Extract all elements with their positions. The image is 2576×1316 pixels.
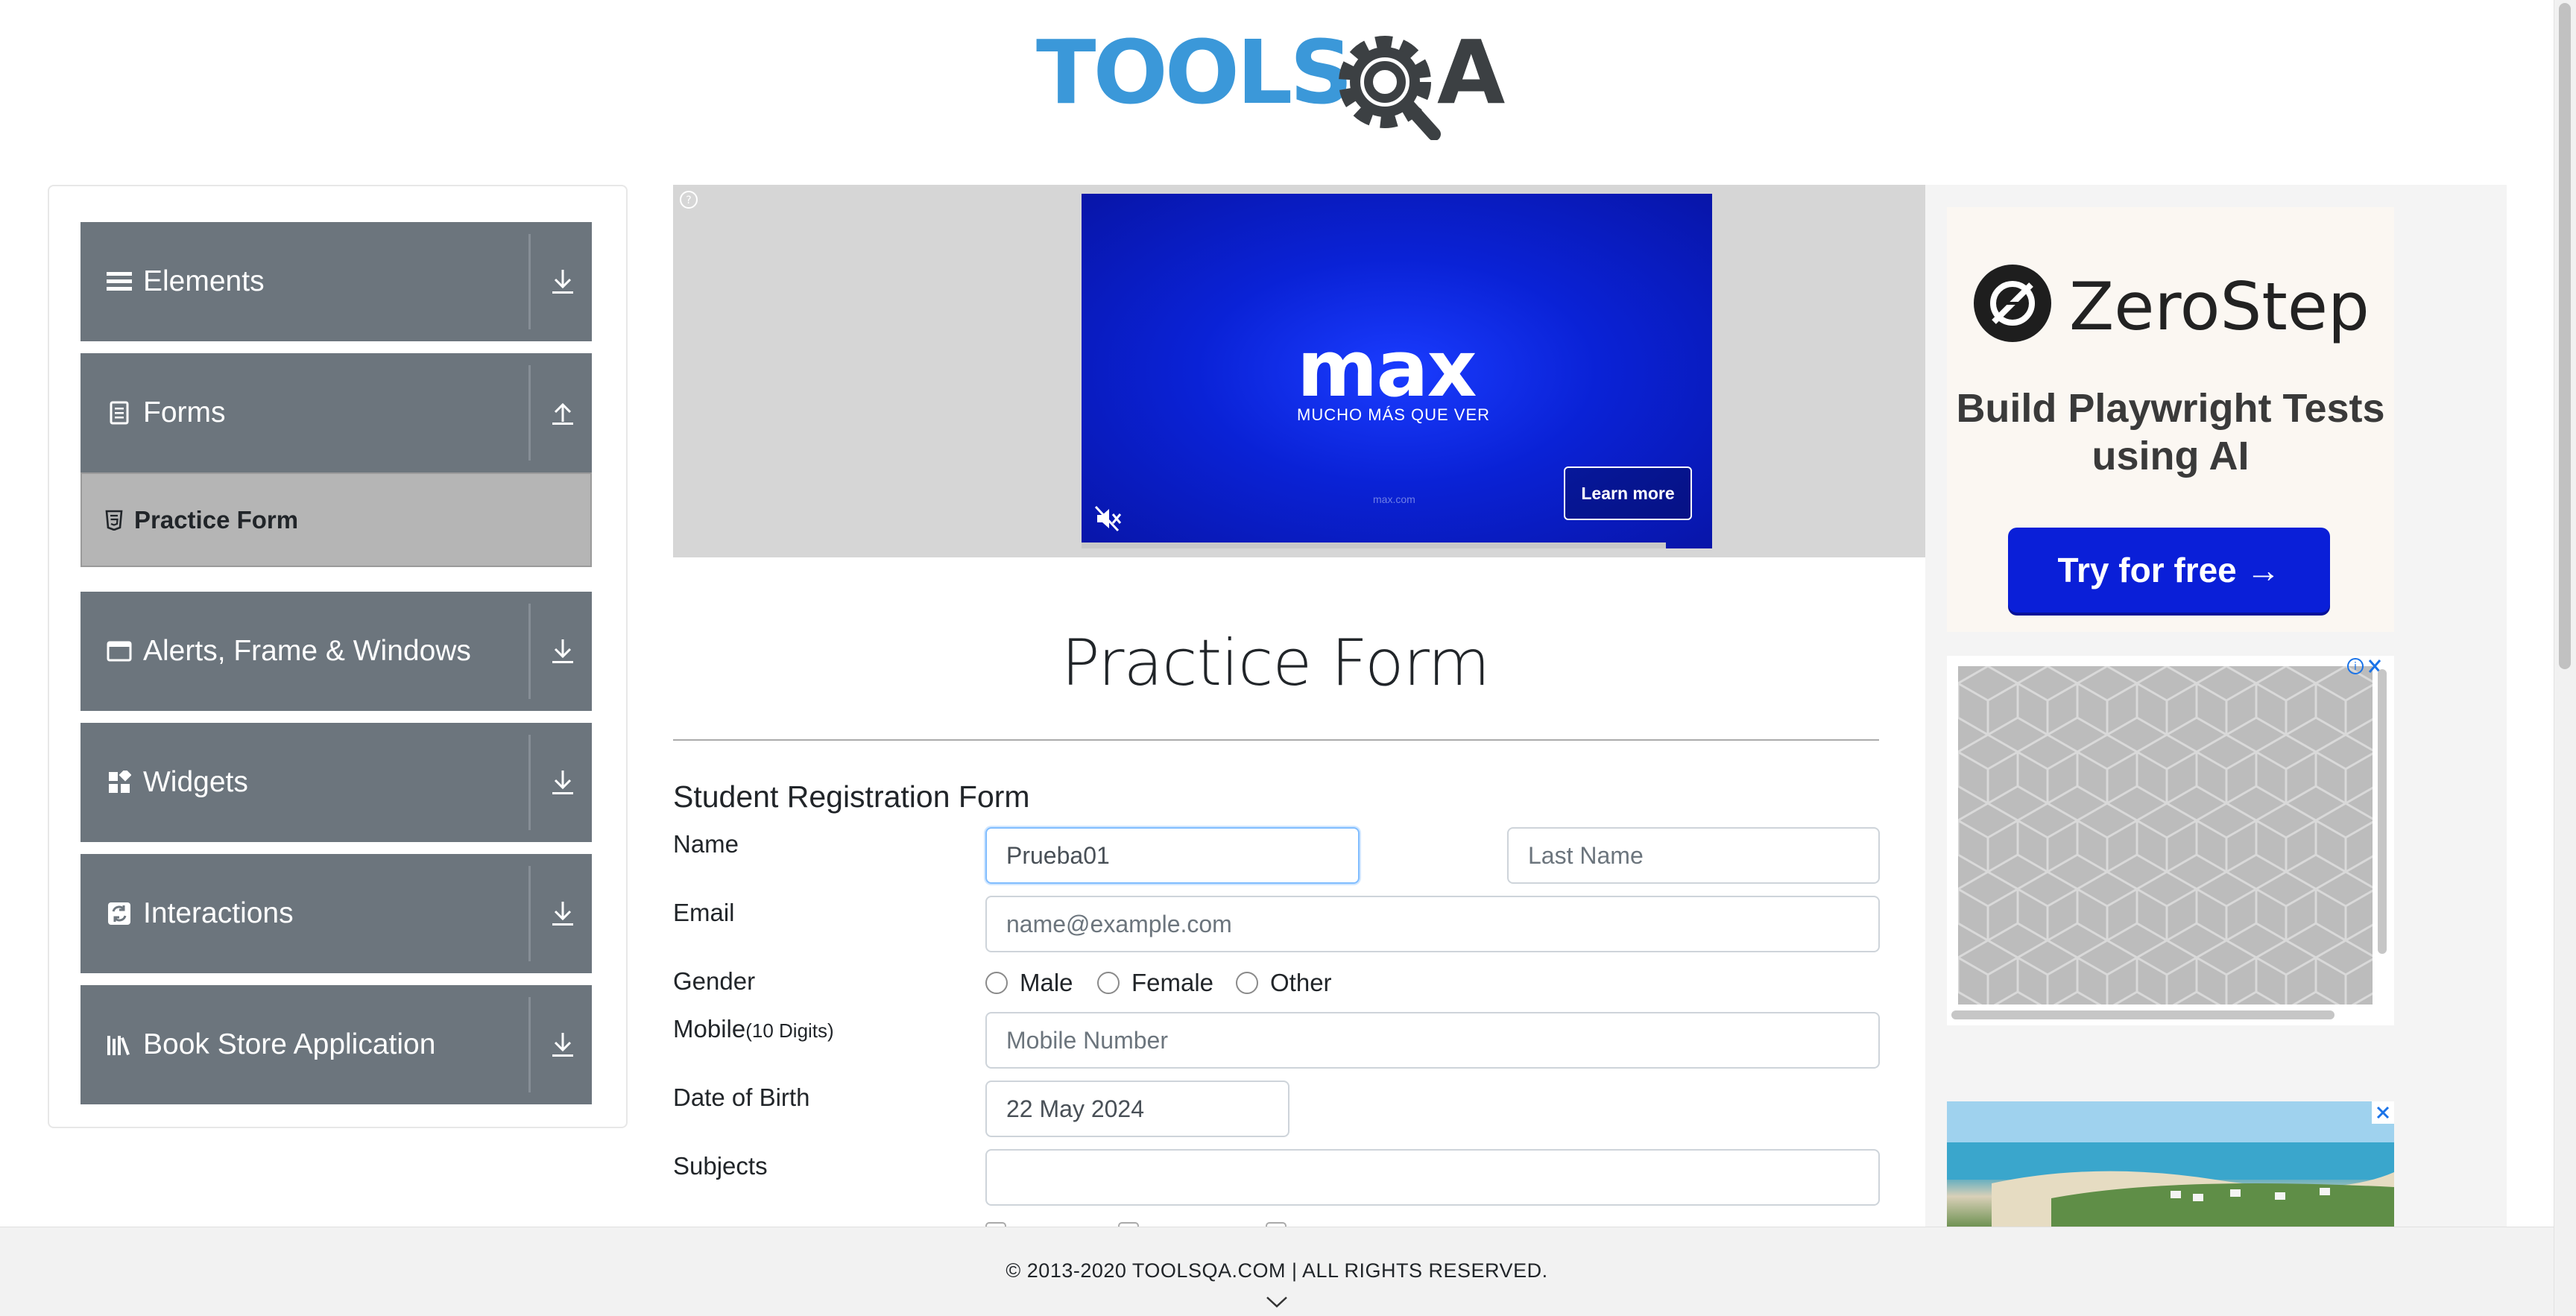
- sidebar-group-label: Interactions: [143, 897, 294, 929]
- sidebar-group-forms[interactable]: Forms: [80, 353, 592, 472]
- sidebar-group-elements[interactable]: Elements: [80, 222, 592, 341]
- chevron-down-icon[interactable]: [1264, 1294, 1289, 1310]
- ad-scrollbar-vertical[interactable]: [2378, 669, 2387, 954]
- divider: [528, 604, 531, 699]
- toolsqa-logo[interactable]: TOOLS A: [1036, 21, 1521, 141]
- ad-tagline: MUCHO MÁS QUE VER: [1297, 405, 1491, 424]
- footer-copyright: © 2013-2020 TOOLSQA.COM | ALL RIGHTS RES…: [1006, 1259, 1548, 1282]
- radio-label: Female: [1131, 969, 1214, 996]
- ad-info-icon[interactable]: ?: [678, 189, 699, 210]
- document-icon: [104, 398, 134, 428]
- gender-radio-female[interactable]: Female: [1097, 969, 1213, 997]
- muted-speaker-icon[interactable]: [1093, 504, 1123, 534]
- sidebar-group-label: Elements: [143, 265, 265, 297]
- hamburger-icon: [104, 267, 134, 297]
- page-scrollbar-thumb[interactable]: [2559, 3, 2571, 669]
- page-title: Practice Form: [1061, 626, 1490, 700]
- sidebar-group-alerts[interactable]: Alerts, Frame & Windows: [80, 592, 592, 711]
- radio-label: Other: [1270, 969, 1332, 996]
- svg-text:i: i: [2354, 661, 2357, 673]
- sidebar-group-label: Book Store Application: [143, 1028, 436, 1060]
- sidebar-group-label: Widgets: [143, 766, 248, 798]
- mobile-number-input[interactable]: [985, 1012, 1880, 1069]
- sidebar-group-interactions[interactable]: Interactions: [80, 854, 592, 973]
- ad-scrollbar-horizontal[interactable]: [1951, 1010, 2334, 1019]
- sidebar-item-label: Practice Form: [134, 505, 299, 534]
- max-brand-logo: max: [1297, 323, 1477, 414]
- window-icon: [104, 636, 134, 666]
- sidebar-item-practice-form[interactable]: Practice Form: [80, 472, 592, 567]
- download-arrow-icon[interactable]: [544, 1026, 581, 1063]
- download-arrow-icon[interactable]: [544, 263, 581, 300]
- name-label: Name: [673, 830, 739, 858]
- hexagon-pattern-ad[interactable]: [1958, 666, 2373, 1005]
- logo-text-tools: TOOLS: [1036, 21, 1350, 124]
- first-name-input[interactable]: [985, 827, 1360, 884]
- gender-radio-other[interactable]: Other: [1236, 969, 1332, 997]
- sidebar-group-book-store[interactable]: Book Store Application: [80, 985, 592, 1104]
- try-for-free-button[interactable]: Try for free →: [2008, 528, 2330, 613]
- ad-url: max.com: [1373, 493, 1415, 505]
- email-label: Email: [673, 899, 735, 926]
- email-input[interactable]: [985, 896, 1880, 952]
- upload-arrow-icon[interactable]: [544, 394, 581, 431]
- download-arrow-icon[interactable]: [544, 895, 581, 932]
- divider: [673, 739, 1879, 741]
- svg-text:?: ?: [686, 194, 691, 206]
- logo-text-a: A: [1437, 21, 1505, 124]
- date-of-birth-input[interactable]: [985, 1081, 1289, 1137]
- gender-radio-male[interactable]: Male: [985, 969, 1073, 997]
- radio-label: Male: [1020, 969, 1073, 996]
- sidebar-group-label: Alerts, Frame & Windows: [143, 635, 471, 667]
- zerostep-tagline: Build Playwright Tests using AI: [1956, 386, 2385, 478]
- divider: [528, 735, 531, 830]
- html5-icon: [103, 509, 125, 531]
- mobile-label-text: Mobile: [673, 1015, 746, 1043]
- radio-circle[interactable]: [1236, 972, 1258, 994]
- divider: [528, 866, 531, 961]
- last-name-input[interactable]: [1507, 827, 1880, 884]
- subjects-input[interactable]: [985, 1149, 1880, 1206]
- subjects-label: Subjects: [673, 1152, 768, 1180]
- download-arrow-icon[interactable]: [544, 764, 581, 801]
- divider: [528, 234, 531, 329]
- widgets-icon: [104, 768, 134, 797]
- zerostep-logo-icon: [1972, 262, 2053, 344]
- mobile-label: Mobile(10 Digits): [673, 1015, 834, 1043]
- form-heading: Student Registration Form: [673, 779, 1030, 814]
- interactions-icon: [104, 899, 134, 929]
- sidebar-group-label: Forms: [143, 396, 226, 428]
- divider: [528, 365, 531, 461]
- download-arrow-icon[interactable]: [544, 633, 581, 670]
- divider: [528, 997, 531, 1092]
- video-progress-bar[interactable]: [1082, 542, 1666, 548]
- zerostep-brand: ZeroStep: [2069, 268, 2370, 345]
- close-icon[interactable]: [2372, 1101, 2394, 1124]
- gear-icon: [1339, 36, 1441, 141]
- learn-more-button[interactable]: Learn more: [1564, 466, 1692, 520]
- sidebar-group-widgets[interactable]: Widgets: [80, 723, 592, 842]
- radio-circle[interactable]: [985, 972, 1008, 994]
- gender-label: Gender: [673, 967, 756, 995]
- date-of-birth-label: Date of Birth: [673, 1084, 810, 1111]
- beach-resort-ad[interactable]: [1947, 1101, 2394, 1228]
- mobile-hint: (10 Digits): [745, 1019, 834, 1042]
- books-icon: [104, 1030, 134, 1060]
- radio-circle[interactable]: [1097, 972, 1120, 994]
